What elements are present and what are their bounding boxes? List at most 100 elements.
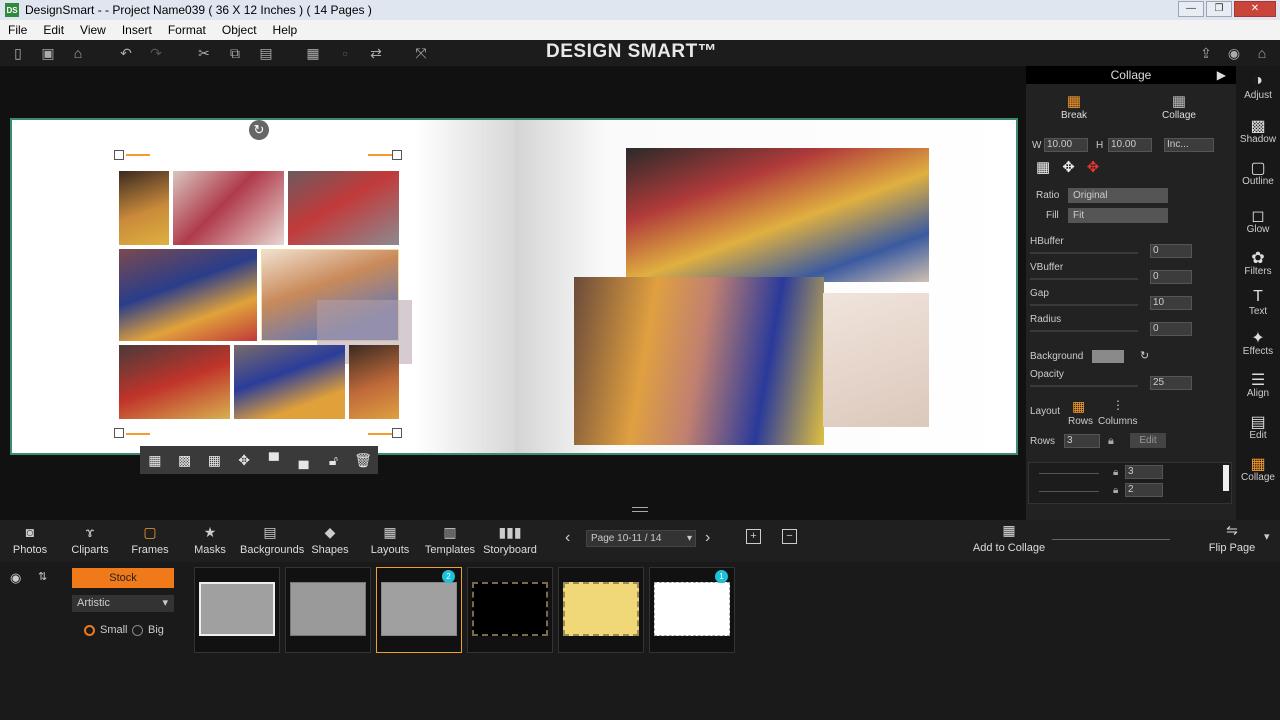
visibility-eye-icon[interactable]: ◉ [10, 570, 21, 586]
sidebar-item-adjust[interactable]: ◑ Adjust [1236, 72, 1280, 101]
page-photo[interactable] [626, 148, 929, 282]
flip-page-button[interactable]: ⇋ Flip Page [1205, 522, 1259, 554]
sidebar-item-edit[interactable]: ▤ Edit [1236, 412, 1280, 441]
collage-photo[interactable] [119, 171, 169, 245]
sidebar-item-effects[interactable]: ✦ Effects [1236, 328, 1280, 357]
sidebar-item-shadow[interactable]: ▩ Shadow [1236, 116, 1280, 145]
resize-handle[interactable] [114, 428, 124, 438]
opacity-input[interactable]: 25 [1150, 376, 1192, 390]
columns-layout-icon[interactable]: ⋮ [1112, 398, 1124, 412]
fit-reset-icon[interactable]: ✥ [1087, 159, 1112, 176]
add-page-icon[interactable]: + [746, 529, 761, 544]
break-button[interactable]: ▦ Break [1058, 92, 1090, 121]
page-photo[interactable] [823, 293, 929, 427]
sort-icon[interactable]: ⇅ [38, 570, 47, 583]
sidebar-item-text[interactable]: T Text [1236, 288, 1280, 317]
fit-width-icon[interactable]: ▦ [1036, 159, 1062, 176]
sidebar-item-outline[interactable]: ▢ Outline [1236, 158, 1280, 187]
open-folder-icon[interactable]: ⌂ [70, 45, 86, 61]
frame-thumbnail[interactable] [558, 567, 644, 653]
edit-rows-button[interactable]: Edit [1130, 433, 1166, 448]
gap-input[interactable]: 10 [1150, 296, 1192, 310]
sidebar-item-filters[interactable]: ✿ Filters [1236, 248, 1280, 277]
left-page[interactable] [12, 120, 515, 453]
collage-layout-2-icon[interactable]: ▩ [170, 452, 200, 469]
row-1-slider[interactable] [1039, 473, 1099, 474]
menu-file[interactable]: File [8, 23, 27, 37]
height-input[interactable]: 10.00 [1108, 138, 1152, 152]
tab-masks[interactable]: ★ Masks [180, 520, 240, 556]
undo-icon[interactable]: ↶ [118, 45, 134, 61]
collage-photo[interactable] [173, 171, 284, 245]
right-page[interactable] [515, 120, 1016, 453]
vbuffer-slider[interactable] [1030, 278, 1138, 280]
menu-edit[interactable]: Edit [43, 23, 64, 37]
shuffle-icon[interactable]: ✥ [229, 452, 259, 469]
vbuffer-input[interactable]: 0 [1150, 270, 1192, 284]
bring-forward-icon[interactable]: ▀ [259, 452, 289, 468]
rows-layout-icon[interactable]: ▦ [1072, 398, 1085, 415]
gap-slider[interactable] [1030, 304, 1138, 306]
collage-photo[interactable] [119, 345, 230, 419]
page-photo[interactable] [574, 277, 824, 445]
menu-help[interactable]: Help [273, 23, 298, 37]
prev-page-icon[interactable]: ‹ [565, 529, 570, 547]
row-2-input[interactable]: 2 [1125, 483, 1163, 497]
row-2-slider[interactable] [1039, 491, 1099, 492]
next-page-icon[interactable]: › [705, 529, 710, 547]
menu-insert[interactable]: Insert [122, 23, 152, 37]
save-icon[interactable]: ▣ [40, 45, 56, 61]
swap-icon[interactable]: ⇄ [368, 45, 384, 61]
home-icon[interactable]: ⌂ [1254, 45, 1270, 61]
collage-button[interactable]: ▦ Collage [1162, 92, 1196, 121]
menu-view[interactable]: View [80, 23, 106, 37]
fill-dropdown[interactable]: Fit [1068, 208, 1168, 223]
maximize-button[interactable]: ❐ [1206, 1, 1232, 17]
opacity-slider[interactable] [1030, 385, 1138, 387]
zoom-slider[interactable] [1052, 539, 1170, 540]
fit-center-icon[interactable]: ✥ [1062, 159, 1087, 176]
tab-layouts[interactable]: ▦ Layouts [360, 520, 420, 556]
minimize-button[interactable]: — [1178, 1, 1204, 17]
grid-icon[interactable]: ▦ [305, 45, 321, 61]
send-backward-icon[interactable]: ▄ [289, 452, 319, 468]
panel-splitter-grip[interactable] [632, 507, 648, 512]
sidebar-item-align[interactable]: ☰ Align [1236, 370, 1280, 399]
frame-thumbnail-selected[interactable]: 2 [376, 567, 462, 653]
collage-photo[interactable] [234, 345, 345, 419]
expand-more-icon[interactable]: ▾ [1264, 530, 1270, 543]
copy-icon[interactable]: ⧉ [227, 45, 243, 61]
frame-thumbnail[interactable] [467, 567, 553, 653]
menu-object[interactable]: Object [222, 23, 257, 37]
size-big-radio[interactable] [132, 625, 143, 636]
tab-storyboard[interactable]: ▮▮▮ Storyboard [480, 520, 540, 556]
background-color-swatch[interactable] [1092, 350, 1124, 363]
collage-photo[interactable] [288, 171, 399, 245]
new-file-icon[interactable]: ▯ [10, 45, 26, 61]
menu-format[interactable]: Format [168, 23, 206, 37]
resize-handle[interactable] [392, 428, 402, 438]
tab-templates[interactable]: ▥ Templates [420, 520, 480, 556]
sidebar-item-glow[interactable]: ◻ Glow [1236, 206, 1280, 235]
remove-page-icon[interactable]: − [782, 529, 797, 544]
close-button[interactable]: ✕ [1234, 1, 1276, 17]
preview-eye-icon[interactable]: ◉ [1226, 45, 1242, 61]
resize-handle[interactable] [392, 150, 402, 160]
frame-thumbnail[interactable] [285, 567, 371, 653]
frame-thumbnail[interactable] [194, 567, 280, 653]
crop-icon[interactable]: ▫ [337, 45, 353, 61]
tab-frames[interactable]: ▢ Frames [120, 520, 180, 556]
category-dropdown[interactable]: Artistic ▾ [72, 595, 174, 612]
unlock-icon[interactable]: 🔓︎ [319, 452, 349, 469]
tab-shapes[interactable]: ◆ Shapes [300, 520, 360, 556]
row-1-input[interactable]: 3 [1125, 465, 1163, 479]
width-input[interactable]: 10.00 [1044, 138, 1088, 152]
tab-cliparts[interactable]: ɤ Cliparts [60, 520, 120, 556]
collage-photo[interactable] [119, 249, 257, 341]
radius-slider[interactable] [1030, 330, 1138, 332]
reset-icon[interactable]: ↻ [1140, 349, 1149, 362]
hbuffer-slider[interactable] [1030, 252, 1138, 254]
size-small-radio[interactable] [84, 625, 95, 636]
tab-photos[interactable]: ◙ Photos [0, 520, 60, 556]
page-selector[interactable]: Page 10-11 / 14 ▾ [586, 530, 696, 547]
